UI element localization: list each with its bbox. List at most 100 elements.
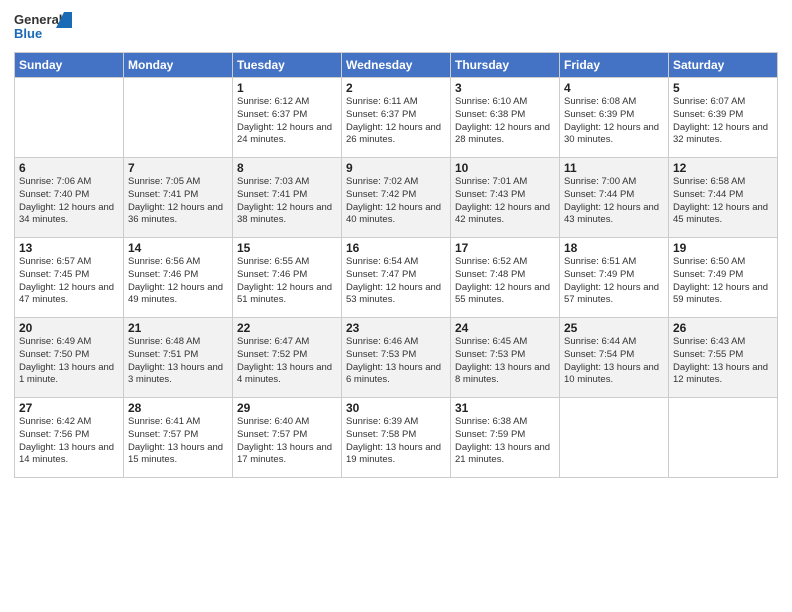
calendar-cell: 1Sunrise: 6:12 AM Sunset: 6:37 PM Daylig… <box>233 78 342 158</box>
day-info: Sunrise: 6:46 AM Sunset: 7:53 PM Dayligh… <box>346 336 446 387</box>
day-info: Sunrise: 7:06 AM Sunset: 7:40 PM Dayligh… <box>19 176 119 227</box>
day-number: 31 <box>455 401 555 415</box>
week-row-3: 20Sunrise: 6:49 AM Sunset: 7:50 PM Dayli… <box>15 318 778 398</box>
day-info: Sunrise: 6:54 AM Sunset: 7:47 PM Dayligh… <box>346 256 446 307</box>
calendar-cell: 12Sunrise: 6:58 AM Sunset: 7:44 PM Dayli… <box>669 158 778 238</box>
page-container: GeneralBlue SundayMondayTuesdayWednesday… <box>0 0 792 486</box>
day-number: 5 <box>673 81 773 95</box>
day-number: 7 <box>128 161 228 175</box>
weekday-header-saturday: Saturday <box>669 53 778 78</box>
calendar-cell: 5Sunrise: 6:07 AM Sunset: 6:39 PM Daylig… <box>669 78 778 158</box>
day-number: 12 <box>673 161 773 175</box>
day-info: Sunrise: 6:12 AM Sunset: 6:37 PM Dayligh… <box>237 96 337 147</box>
calendar-cell: 13Sunrise: 6:57 AM Sunset: 7:45 PM Dayli… <box>15 238 124 318</box>
calendar-cell <box>15 78 124 158</box>
calendar-cell: 24Sunrise: 6:45 AM Sunset: 7:53 PM Dayli… <box>451 318 560 398</box>
calendar-cell: 3Sunrise: 6:10 AM Sunset: 6:38 PM Daylig… <box>451 78 560 158</box>
calendar-cell: 6Sunrise: 7:06 AM Sunset: 7:40 PM Daylig… <box>15 158 124 238</box>
header: GeneralBlue <box>14 10 778 46</box>
calendar-cell: 2Sunrise: 6:11 AM Sunset: 6:37 PM Daylig… <box>342 78 451 158</box>
day-number: 14 <box>128 241 228 255</box>
day-number: 18 <box>564 241 664 255</box>
day-info: Sunrise: 6:51 AM Sunset: 7:49 PM Dayligh… <box>564 256 664 307</box>
calendar-cell <box>669 398 778 478</box>
calendar-cell: 23Sunrise: 6:46 AM Sunset: 7:53 PM Dayli… <box>342 318 451 398</box>
calendar-cell: 9Sunrise: 7:02 AM Sunset: 7:42 PM Daylig… <box>342 158 451 238</box>
calendar-cell: 11Sunrise: 7:00 AM Sunset: 7:44 PM Dayli… <box>560 158 669 238</box>
day-info: Sunrise: 6:45 AM Sunset: 7:53 PM Dayligh… <box>455 336 555 387</box>
day-info: Sunrise: 7:05 AM Sunset: 7:41 PM Dayligh… <box>128 176 228 227</box>
day-info: Sunrise: 6:52 AM Sunset: 7:48 PM Dayligh… <box>455 256 555 307</box>
day-number: 6 <box>19 161 119 175</box>
day-number: 19 <box>673 241 773 255</box>
day-number: 23 <box>346 321 446 335</box>
day-number: 11 <box>564 161 664 175</box>
day-info: Sunrise: 6:11 AM Sunset: 6:37 PM Dayligh… <box>346 96 446 147</box>
day-number: 24 <box>455 321 555 335</box>
day-info: Sunrise: 7:03 AM Sunset: 7:41 PM Dayligh… <box>237 176 337 227</box>
logo: GeneralBlue <box>14 10 74 46</box>
day-number: 9 <box>346 161 446 175</box>
day-number: 28 <box>128 401 228 415</box>
day-number: 15 <box>237 241 337 255</box>
calendar-cell: 30Sunrise: 6:39 AM Sunset: 7:58 PM Dayli… <box>342 398 451 478</box>
calendar-cell: 29Sunrise: 6:40 AM Sunset: 7:57 PM Dayli… <box>233 398 342 478</box>
day-info: Sunrise: 7:01 AM Sunset: 7:43 PM Dayligh… <box>455 176 555 227</box>
calendar-cell: 31Sunrise: 6:38 AM Sunset: 7:59 PM Dayli… <box>451 398 560 478</box>
day-number: 3 <box>455 81 555 95</box>
svg-text:General: General <box>14 12 62 27</box>
week-row-2: 13Sunrise: 6:57 AM Sunset: 7:45 PM Dayli… <box>15 238 778 318</box>
day-info: Sunrise: 6:10 AM Sunset: 6:38 PM Dayligh… <box>455 96 555 147</box>
day-info: Sunrise: 6:49 AM Sunset: 7:50 PM Dayligh… <box>19 336 119 387</box>
day-number: 30 <box>346 401 446 415</box>
weekday-header-monday: Monday <box>124 53 233 78</box>
calendar-cell: 26Sunrise: 6:43 AM Sunset: 7:55 PM Dayli… <box>669 318 778 398</box>
day-number: 20 <box>19 321 119 335</box>
day-info: Sunrise: 6:07 AM Sunset: 6:39 PM Dayligh… <box>673 96 773 147</box>
calendar-cell: 10Sunrise: 7:01 AM Sunset: 7:43 PM Dayli… <box>451 158 560 238</box>
day-info: Sunrise: 7:00 AM Sunset: 7:44 PM Dayligh… <box>564 176 664 227</box>
calendar-cell: 15Sunrise: 6:55 AM Sunset: 7:46 PM Dayli… <box>233 238 342 318</box>
calendar-cell: 19Sunrise: 6:50 AM Sunset: 7:49 PM Dayli… <box>669 238 778 318</box>
day-info: Sunrise: 6:56 AM Sunset: 7:46 PM Dayligh… <box>128 256 228 307</box>
day-info: Sunrise: 6:48 AM Sunset: 7:51 PM Dayligh… <box>128 336 228 387</box>
day-number: 2 <box>346 81 446 95</box>
svg-text:Blue: Blue <box>14 26 42 41</box>
weekday-header-tuesday: Tuesday <box>233 53 342 78</box>
weekday-header-sunday: Sunday <box>15 53 124 78</box>
day-number: 25 <box>564 321 664 335</box>
logo-svg: GeneralBlue <box>14 10 74 46</box>
calendar-cell: 14Sunrise: 6:56 AM Sunset: 7:46 PM Dayli… <box>124 238 233 318</box>
day-info: Sunrise: 7:02 AM Sunset: 7:42 PM Dayligh… <box>346 176 446 227</box>
weekday-header-thursday: Thursday <box>451 53 560 78</box>
day-number: 22 <box>237 321 337 335</box>
week-row-1: 6Sunrise: 7:06 AM Sunset: 7:40 PM Daylig… <box>15 158 778 238</box>
calendar-cell: 18Sunrise: 6:51 AM Sunset: 7:49 PM Dayli… <box>560 238 669 318</box>
day-number: 4 <box>564 81 664 95</box>
day-number: 17 <box>455 241 555 255</box>
calendar-cell <box>124 78 233 158</box>
calendar-cell: 28Sunrise: 6:41 AM Sunset: 7:57 PM Dayli… <box>124 398 233 478</box>
day-info: Sunrise: 6:44 AM Sunset: 7:54 PM Dayligh… <box>564 336 664 387</box>
day-info: Sunrise: 6:38 AM Sunset: 7:59 PM Dayligh… <box>455 416 555 467</box>
calendar-cell: 17Sunrise: 6:52 AM Sunset: 7:48 PM Dayli… <box>451 238 560 318</box>
day-info: Sunrise: 6:41 AM Sunset: 7:57 PM Dayligh… <box>128 416 228 467</box>
weekday-header-row: SundayMondayTuesdayWednesdayThursdayFrid… <box>15 53 778 78</box>
week-row-4: 27Sunrise: 6:42 AM Sunset: 7:56 PM Dayli… <box>15 398 778 478</box>
day-number: 27 <box>19 401 119 415</box>
calendar-cell: 4Sunrise: 6:08 AM Sunset: 6:39 PM Daylig… <box>560 78 669 158</box>
day-info: Sunrise: 6:08 AM Sunset: 6:39 PM Dayligh… <box>564 96 664 147</box>
day-number: 13 <box>19 241 119 255</box>
day-info: Sunrise: 6:39 AM Sunset: 7:58 PM Dayligh… <box>346 416 446 467</box>
day-info: Sunrise: 6:40 AM Sunset: 7:57 PM Dayligh… <box>237 416 337 467</box>
day-info: Sunrise: 6:57 AM Sunset: 7:45 PM Dayligh… <box>19 256 119 307</box>
day-info: Sunrise: 6:42 AM Sunset: 7:56 PM Dayligh… <box>19 416 119 467</box>
day-number: 29 <box>237 401 337 415</box>
calendar-table: SundayMondayTuesdayWednesdayThursdayFrid… <box>14 52 778 478</box>
day-info: Sunrise: 6:43 AM Sunset: 7:55 PM Dayligh… <box>673 336 773 387</box>
day-number: 21 <box>128 321 228 335</box>
calendar-cell: 27Sunrise: 6:42 AM Sunset: 7:56 PM Dayli… <box>15 398 124 478</box>
week-row-0: 1Sunrise: 6:12 AM Sunset: 6:37 PM Daylig… <box>15 78 778 158</box>
weekday-header-wednesday: Wednesday <box>342 53 451 78</box>
calendar-cell: 20Sunrise: 6:49 AM Sunset: 7:50 PM Dayli… <box>15 318 124 398</box>
